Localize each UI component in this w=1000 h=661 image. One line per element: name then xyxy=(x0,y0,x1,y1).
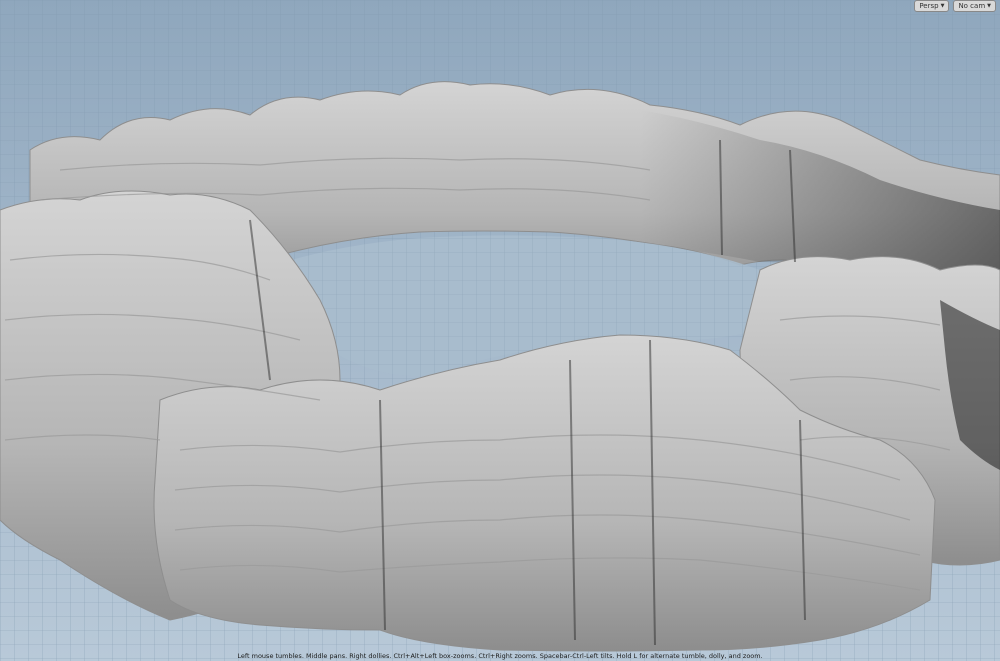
persp-view-label: Persp xyxy=(919,1,939,10)
camera-select-label: No cam xyxy=(958,1,986,10)
camera-select-button[interactable]: No cam ▼ xyxy=(953,0,996,12)
3d-viewport[interactable]: Persp ▼ No cam ▼ Left mouse tumbles. Mid… xyxy=(0,0,1000,661)
persp-view-button[interactable]: Persp ▼ xyxy=(914,0,950,12)
viewport-status-hint: Left mouse tumbles. Middle pans. Right d… xyxy=(237,652,763,660)
chevron-down-icon: ▼ xyxy=(940,2,945,9)
chevron-down-icon: ▼ xyxy=(987,2,991,9)
viewport-scene[interactable] xyxy=(0,0,1000,661)
viewport-camera-controls: Persp ▼ No cam ▼ xyxy=(914,0,996,12)
